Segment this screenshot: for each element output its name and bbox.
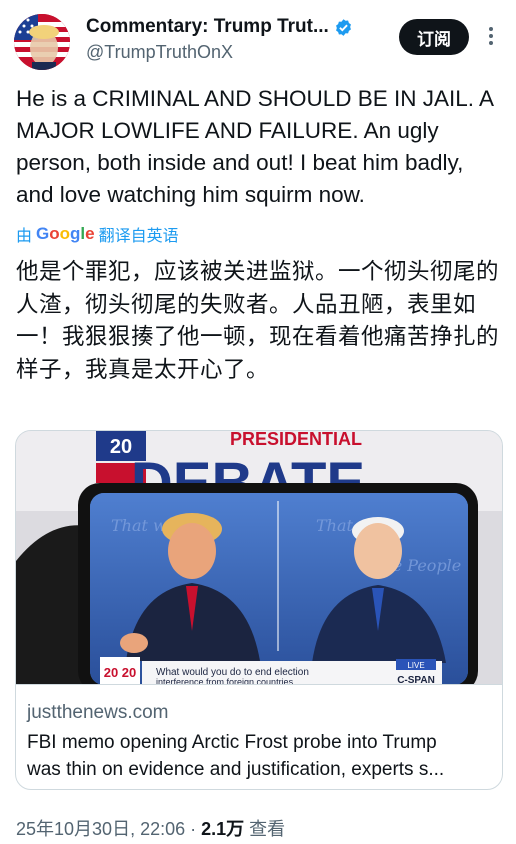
card-image[interactable]: 20 PRESIDENTIAL DEBATE That we That the … [16,431,502,685]
verified-badge-icon [335,18,351,36]
display-name[interactable]: Commentary: Trump Trut... [86,16,329,38]
google-logo: Google [36,224,95,243]
translated-text: 他是个罪犯，应该被关进监狱。一个彻头彻尾的人渣，彻头彻尾的失败者。人品丑陋，表里… [16,259,500,382]
image-logo-text: 20 20 [104,665,137,680]
card-title: FBI memo opening Arctic Frost probe into… [27,729,489,783]
translation-attribution[interactable]: 由 Google 翻译自英语 [16,222,179,246]
image-network-text: C-SPAN [397,675,435,685]
image-banner-text: PRESIDENTIAL [230,431,362,449]
author-name-row[interactable]: Commentary: Trump Trut... [86,16,353,38]
author-handle[interactable]: @TrumpTruthOnX [86,42,233,63]
tweet-text: He is a CRIMINAL AND SHOULD BE IN JAIL. … [16,86,493,207]
svg-text:That: That [316,516,354,535]
image-chyron-text-2: interference from foreign countries [156,677,294,685]
image-year-text: 20 [110,436,132,458]
subscribe-button[interactable]: 订阅 [399,19,469,55]
image-live-text: LIVE [407,661,424,670]
tweet-header: Commentary: Trump Trut... @TrumpTruthOnX… [0,0,516,80]
more-options-icon[interactable] [484,24,498,50]
timestamp[interactable]: 25年10月30日, 22:06 · [16,819,201,839]
translated-prefix: 由 [16,228,33,245]
views-label: 查看 [244,819,286,839]
card-domain: justthenews.com [27,702,169,723]
card-title-line-2: was thin on evidence and justification, … [27,759,445,780]
translated-suffix: 翻译自英语 [98,228,179,245]
avatar[interactable] [14,14,70,70]
card-title-line-1: FBI memo opening Arctic Frost probe into… [27,732,437,753]
link-card[interactable]: 20 PRESIDENTIAL DEBATE That we That the … [15,430,503,790]
views-count[interactable]: 2.1万 [201,819,244,839]
card-meta[interactable]: justthenews.com FBI memo opening Arctic … [16,685,502,789]
tweet-meta: 25年10月30日, 22:06 · 2.1万 查看 [16,815,285,841]
